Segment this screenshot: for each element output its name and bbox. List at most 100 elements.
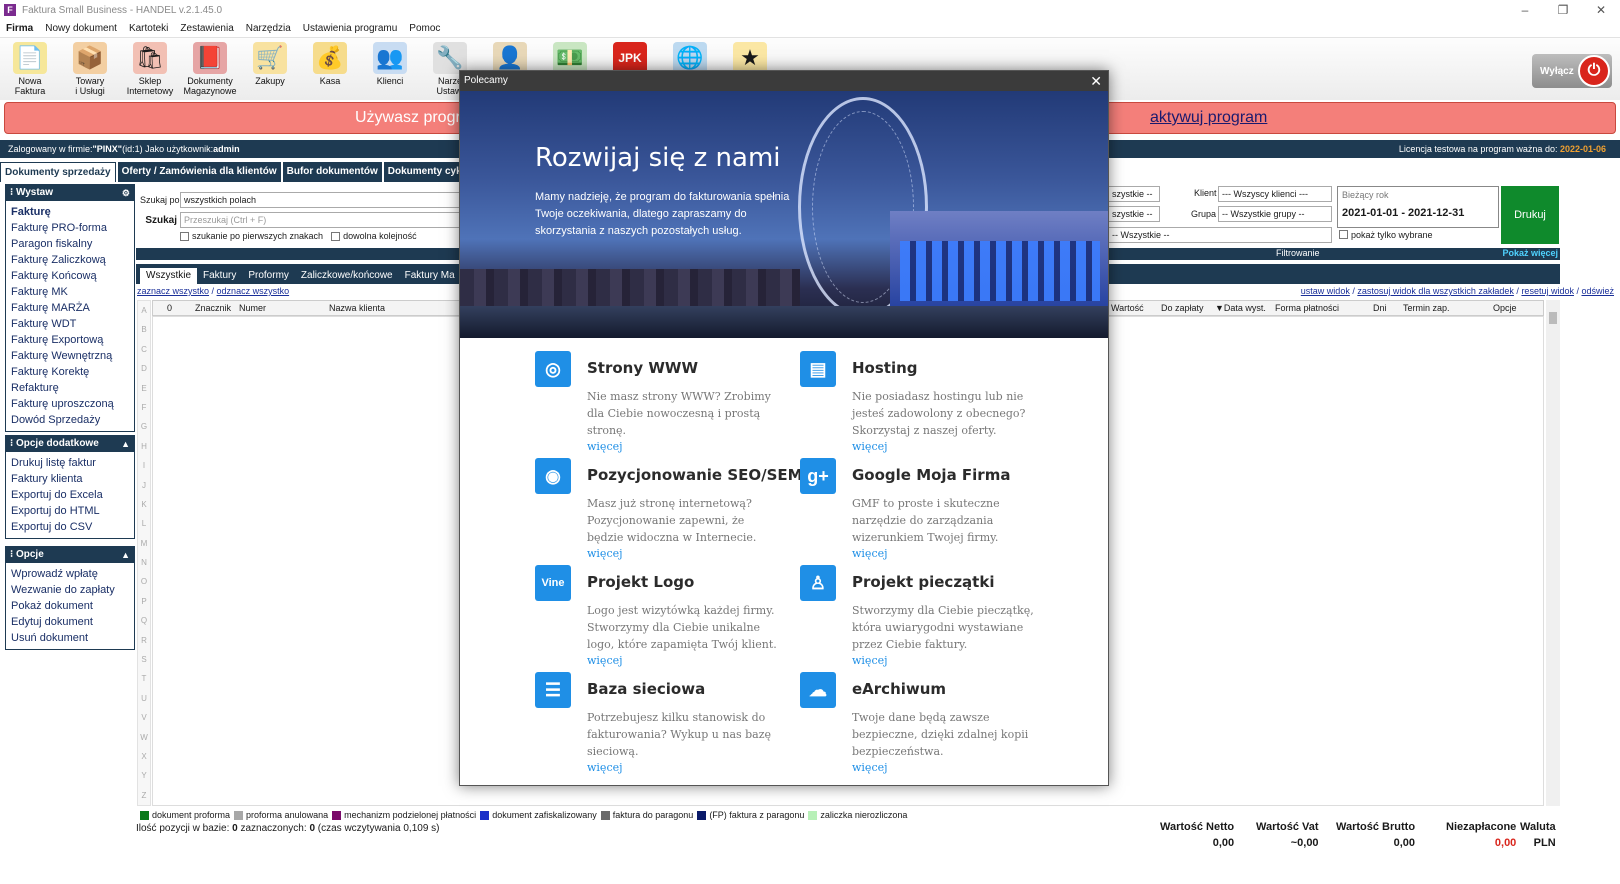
panel-item-wystaw-10[interactable]: Fakturę Korektę — [11, 364, 134, 380]
deselect-all-link[interactable]: odznacz wszystko — [217, 286, 290, 296]
any-order-checkbox[interactable] — [331, 231, 341, 241]
alpha-letter[interactable]: Z — [138, 786, 150, 805]
service-more-link[interactable]: więcej — [852, 440, 888, 453]
minimize-button[interactable]: – — [1506, 0, 1544, 20]
refresh-link[interactable]: odśwież — [1581, 286, 1614, 296]
tab-faktury[interactable]: Faktury — [197, 268, 242, 284]
panel-item-opcje-0[interactable]: Wprowadź wpłatę — [11, 566, 134, 582]
service-more-link[interactable]: więcej — [852, 761, 888, 774]
alpha-letter[interactable]: M — [138, 534, 150, 553]
col-header-forma-platnosci[interactable]: Forma płatności — [1275, 303, 1339, 313]
service-more-link[interactable]: więcej — [587, 547, 623, 560]
alpha-letter[interactable]: A — [138, 301, 150, 320]
service-more-link[interactable]: więcej — [587, 440, 623, 453]
alpha-letter[interactable]: I — [138, 456, 150, 475]
alpha-letter[interactable]: F — [138, 398, 150, 417]
panel-item-wystaw-2[interactable]: Paragon fiskalny — [11, 236, 134, 252]
alpha-letter[interactable]: K — [138, 495, 150, 514]
service-more-link[interactable]: więcej — [852, 654, 888, 667]
panel-item-opcje-1[interactable]: Wezwanie do zapłaty — [11, 582, 134, 598]
toolbar-button-2[interactable]: 🛍 Sklep Internetowy — [120, 38, 180, 100]
reset-view-link[interactable]: resetuj widok — [1521, 286, 1574, 296]
service-more-link[interactable]: więcej — [587, 654, 623, 667]
alpha-letter[interactable]: Y — [138, 766, 150, 785]
menu-kartoteki[interactable]: Kartoteki — [123, 23, 174, 34]
alpha-letter[interactable]: X — [138, 747, 150, 766]
tab-dokumenty-sprzedazy[interactable]: Dokumenty sprzedaży — [0, 162, 116, 182]
service-more-link[interactable]: więcej — [852, 547, 888, 560]
panel-item-wystaw-7[interactable]: Fakturę WDT — [11, 316, 134, 332]
client-select[interactable]: --- Wszyscy klienci --- — [1218, 186, 1332, 202]
alpha-letter[interactable]: O — [138, 572, 150, 591]
tab-faktury-ma[interactable]: Faktury Ma — [399, 268, 461, 284]
tab-zaliczkowe[interactable]: Zaliczkowe/końcowe — [295, 268, 399, 284]
col-header-count[interactable]: 0 — [167, 303, 172, 313]
collapse-icon[interactable]: ▲ — [121, 436, 130, 452]
menu-zestawienia[interactable]: Zestawienia — [174, 23, 239, 34]
alpha-letter[interactable]: V — [138, 708, 150, 727]
col-header-numer[interactable]: Numer — [239, 303, 266, 313]
tab-oferty-zamowienia[interactable]: Oferty / Zamówienia dla klientów — [117, 162, 281, 182]
alpha-letter[interactable]: D — [138, 359, 150, 378]
col-header-do-zaplaty[interactable]: Do zapłaty — [1161, 303, 1204, 313]
panel-opcje-dodatkowe-header[interactable]: ⁝ Opcje dodatkowe ▲ — [6, 436, 134, 452]
panel-item-opcje_dod-4[interactable]: Exportuj do CSV — [11, 519, 134, 535]
collapse-icon[interactable]: ▲ — [121, 547, 130, 563]
menu-narzedzia[interactable]: Narzędzia — [240, 23, 297, 34]
panel-item-wystaw-0[interactable]: Fakturę — [11, 204, 134, 220]
toolbar-button-3[interactable]: 📕 Dokumenty Magazynowe — [180, 38, 240, 100]
panel-item-opcje_dod-2[interactable]: Exportuj do Excela — [11, 487, 134, 503]
menu-pomoc[interactable]: Pomoc — [403, 23, 446, 34]
panel-opcje-header[interactable]: ⁝ Opcje ▲ — [6, 547, 134, 563]
panel-item-opcje-3[interactable]: Edytuj dokument — [11, 614, 134, 630]
tab-bufor-dokumentow[interactable]: Bufor dokumentów — [282, 162, 382, 182]
col-header-nazwa-klienta[interactable]: Nazwa klienta — [329, 303, 385, 313]
apply-view-link[interactable]: zastosuj widok dla wszystkich zakładek — [1357, 286, 1514, 296]
panel-item-opcje-2[interactable]: Pokaż dokument — [11, 598, 134, 614]
toolbar-button-5[interactable]: 💰 Kasa — [300, 38, 360, 100]
col-header-znacznik[interactable]: Znacznik — [195, 303, 231, 313]
dialog-close-button[interactable]: ✕ — [1090, 71, 1102, 91]
alpha-letter[interactable]: N — [138, 553, 150, 572]
period-selector[interactable]: Bieżący rok 2021-01-01 - 2021-12-31 — [1337, 186, 1499, 228]
panel-item-wystaw-12[interactable]: Fakturę uproszczoną — [11, 396, 134, 412]
panel-item-opcje_dod-3[interactable]: Exportuj do HTML — [11, 503, 134, 519]
alpha-letter[interactable]: W — [138, 728, 150, 747]
panel-item-opcje_dod-1[interactable]: Faktury klienta — [11, 471, 134, 487]
alpha-letter[interactable]: R — [138, 631, 150, 650]
close-window-button[interactable]: ✕ — [1582, 0, 1620, 20]
menu-nowy-dokument[interactable]: Nowy dokument — [39, 23, 123, 34]
scrollbar-thumb[interactable] — [1549, 312, 1557, 324]
filter-select-1[interactable]: szystkie -- — [1108, 186, 1160, 202]
panel-item-wystaw-3[interactable]: Fakturę Zaliczkową — [11, 252, 134, 268]
alpha-letter[interactable]: B — [138, 320, 150, 339]
alpha-letter[interactable]: P — [138, 592, 150, 611]
panel-wystaw-header[interactable]: ⁝ Wystaw ⚙ — [6, 185, 134, 201]
alpha-letter[interactable]: Q — [138, 611, 150, 630]
alpha-letter[interactable]: S — [138, 650, 150, 669]
alpha-letter[interactable]: E — [138, 379, 150, 398]
panel-item-wystaw-4[interactable]: Fakturę Końcową — [11, 268, 134, 284]
col-header-data-wyst[interactable]: ▼Data wyst. — [1215, 303, 1266, 313]
group-select[interactable]: -- Wszystkie grupy -- — [1218, 206, 1332, 222]
search-input[interactable]: Przeszukaj (Ctrl + F) — [180, 212, 462, 228]
maximize-button[interactable]: ❐ — [1544, 0, 1582, 20]
panel-item-wystaw-1[interactable]: Fakturę PRO-forma — [11, 220, 134, 236]
show-more-link[interactable]: Pokaż więcej — [1502, 248, 1558, 258]
alpha-letter[interactable]: L — [138, 514, 150, 533]
alpha-letter[interactable]: H — [138, 437, 150, 456]
only-selected-checkbox[interactable] — [1339, 230, 1348, 239]
toolbar-button-6[interactable]: 👥 Klienci — [360, 38, 420, 100]
tab-proformy[interactable]: Proformy — [242, 268, 295, 284]
alpha-letter[interactable]: T — [138, 669, 150, 688]
panel-item-opcje-4[interactable]: Usuń dokument — [11, 630, 134, 646]
col-header-opcje[interactable]: Opcje — [1493, 303, 1517, 313]
alpha-letter[interactable]: U — [138, 689, 150, 708]
set-view-link[interactable]: ustaw widok — [1301, 286, 1350, 296]
panel-item-wystaw-9[interactable]: Fakturę Wewnętrzną — [11, 348, 134, 364]
select-all-link[interactable]: zaznacz wszystko — [137, 286, 209, 296]
filter-select-3[interactable]: -- Wszystkie -- — [1108, 227, 1332, 243]
alpha-letter[interactable]: J — [138, 476, 150, 495]
alpha-letter[interactable]: C — [138, 340, 150, 359]
menu-firma[interactable]: Firma — [0, 23, 39, 34]
